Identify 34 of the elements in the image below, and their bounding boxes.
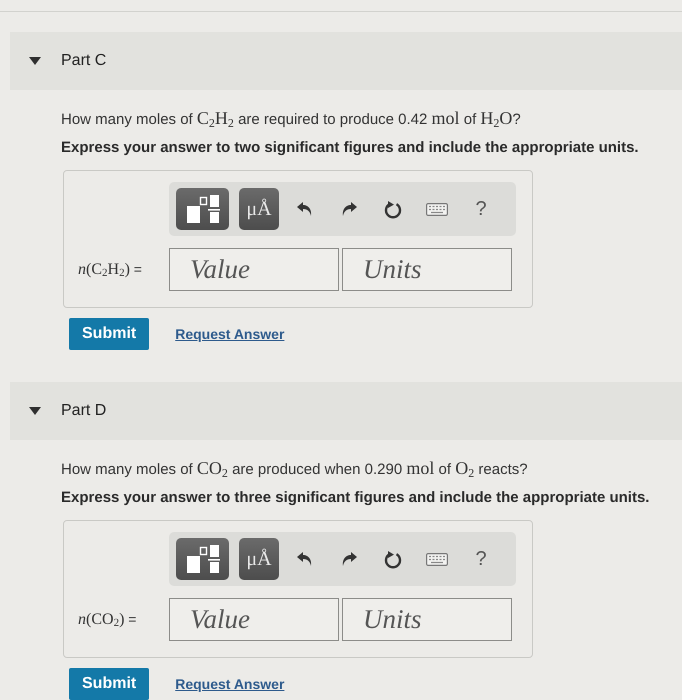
template-squares-icon (186, 544, 220, 574)
reset-icon (384, 200, 402, 218)
instruction-text: Express your answer to three significant figures and include the appropriate units. (61, 488, 650, 508)
answer-label: n(C$_{2}$H$_{2}$) = (78, 260, 143, 282)
templates-button[interactable] (176, 188, 229, 230)
caret-icon (29, 57, 41, 65)
keyboard-icon (426, 202, 448, 216)
units-field[interactable]: Units (342, 598, 512, 641)
question-text: How many moles of C$_{2}$H$_{2}$ are required to produce 0.42 mol of H$_{2}$O? (61, 107, 522, 132)
redo-icon (341, 552, 357, 566)
request-answer-link[interactable]: Request Answer (175, 324, 284, 344)
help-button[interactable]: ? (463, 191, 499, 227)
request-answer-link[interactable]: Request Answer (175, 674, 284, 694)
template-squares-icon (186, 194, 220, 224)
value-field[interactable]: Value (169, 248, 339, 291)
redo-icon (341, 202, 357, 216)
symbols-button[interactable]: μÅ (239, 538, 279, 580)
templates-button[interactable] (176, 538, 229, 580)
keyboard-icon (426, 552, 448, 566)
undo-icon (297, 202, 313, 216)
answer-label: n(CO$_{2}$) = (78, 610, 138, 632)
question-text: How many moles of CO$_{2}$ are produced when 0.290 mol of O$_{2}$ reacts? (61, 457, 529, 482)
instruction-text: Express your answer to two significant figures and include the appropriate units. (61, 138, 640, 158)
submit-button[interactable]: Submit (69, 318, 150, 350)
units-field[interactable]: Units (342, 248, 512, 291)
caret-icon (29, 407, 41, 415)
undo-icon (297, 552, 313, 566)
reset-icon (384, 550, 402, 568)
submit-button[interactable]: Submit (69, 668, 150, 700)
part-toggle[interactable]: Part C (10, 32, 682, 90)
part-toggle[interactable]: Part D (10, 382, 682, 440)
value-field[interactable]: Value (169, 598, 339, 641)
help-button[interactable]: ? (463, 541, 499, 577)
symbols-button[interactable]: μÅ (239, 188, 279, 230)
